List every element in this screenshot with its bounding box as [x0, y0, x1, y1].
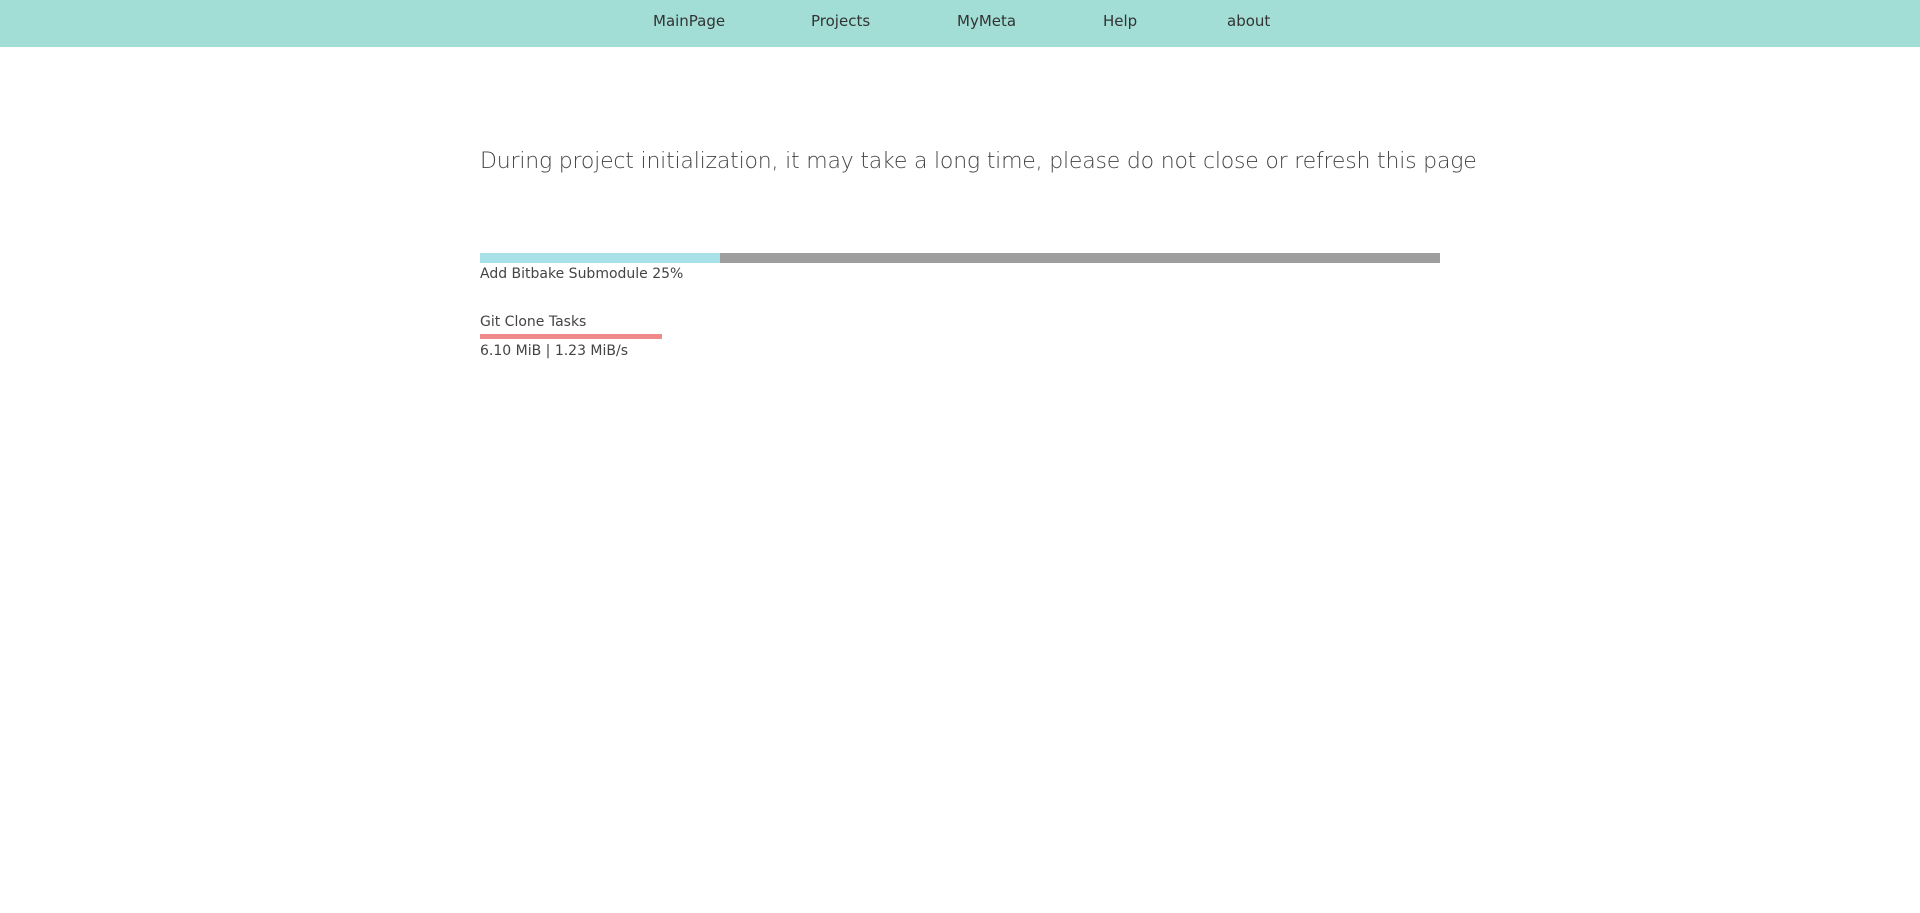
- nav-link-help[interactable]: Help: [1103, 0, 1137, 43]
- task-title: Git Clone Tasks: [480, 314, 587, 330]
- top-navigation-bar: MainPage Projects MyMeta Help about: [0, 0, 1920, 47]
- task-progress-bar: [480, 334, 662, 339]
- nav-link-about[interactable]: about: [1227, 0, 1270, 43]
- initialization-progress-bar: [480, 253, 1440, 263]
- nav-link-mymeta[interactable]: MyMeta: [957, 0, 1016, 43]
- nav-link-mainpage[interactable]: MainPage: [653, 0, 725, 43]
- initialization-progress-label: Add Bitbake Submodule 25%: [480, 266, 684, 282]
- initialization-warning-message: During project initialization, it may ta…: [480, 149, 1477, 174]
- task-transfer-stats: 6.10 MiB | 1.23 MiB/s: [480, 343, 629, 359]
- initialization-progress-fill: [480, 253, 720, 263]
- nav-link-projects[interactable]: Projects: [811, 0, 870, 43]
